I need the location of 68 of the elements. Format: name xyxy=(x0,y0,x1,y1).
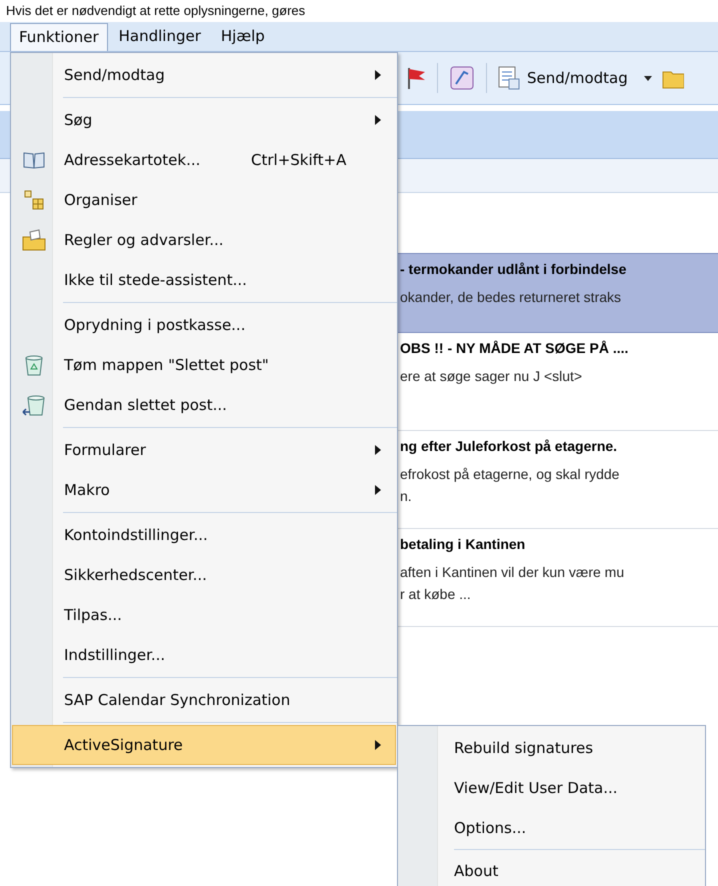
menu-item-label: ActiveSignature xyxy=(64,734,183,756)
message-preview: efrokost på etagerne, og skal rydde xyxy=(400,465,620,484)
menu-item-label: Gendan slettet post... xyxy=(64,394,227,416)
menu-item-label: Adressekartotek... xyxy=(64,150,200,171)
recycle-bin-icon xyxy=(24,354,44,376)
menu-bar-item[interactable]: Handlinger xyxy=(110,22,210,50)
send-receive-icon xyxy=(497,65,521,91)
menu-item[interactable]: Regler og advarsler... xyxy=(12,220,396,260)
menu-item-label: Søg xyxy=(64,110,92,131)
message-preview: n. xyxy=(400,487,413,506)
menu-item[interactable]: Adressekartotek... Ctrl+Skift+A xyxy=(12,140,396,180)
menu-item-label: Makro xyxy=(64,480,110,501)
submenu-arrow-icon xyxy=(375,485,381,495)
submenu-item[interactable]: Options... xyxy=(398,808,705,848)
menu-item-label: Tilpas... xyxy=(64,604,122,626)
submenu-arrow-icon xyxy=(375,445,381,455)
send-receive-button[interactable]: Send/modtag xyxy=(497,65,652,91)
message-subject: ng efter Juleforkost på etagerne. xyxy=(400,437,618,456)
menu-item[interactable]: ActiveSignature xyxy=(12,725,396,765)
message-subject: - termokander udlånt i forbindelse xyxy=(400,260,628,279)
message-subject: OBS !! - NY MÅDE AT SØGE PÅ .... xyxy=(400,339,630,358)
message-preview: aften i Kantinen vil der kun være mu xyxy=(400,563,626,582)
menu-item[interactable]: Send/modtag xyxy=(12,55,396,95)
menu-item[interactable]: Indstillinger... xyxy=(12,635,396,675)
caption-text: Hvis det er nødvendigt at rette oplysningerne, gøres xyxy=(6,2,306,20)
flag-icon[interactable] xyxy=(405,66,427,90)
menu-item-label: Ikke til stede-assistent... xyxy=(64,270,247,291)
submenu-item[interactable]: View/Edit User Data... xyxy=(398,768,705,808)
organizer-icon xyxy=(23,189,45,211)
submenu-arrow-icon xyxy=(375,740,381,750)
menu-item[interactable]: Organiser xyxy=(12,180,396,220)
menu-item-label: Tøm mappen "Slettet post" xyxy=(64,354,269,376)
message-row[interactable]: - termokander udlånt i forbindelse okander, de bedes returneret straks xyxy=(398,253,718,333)
menu-bar-item[interactable]: Funktioner xyxy=(10,22,108,50)
shortcut-text: Ctrl+Skift+A xyxy=(251,150,346,171)
menu-item[interactable]: Ikke til stede-assistent... xyxy=(12,260,396,300)
message-preview: ere at søge sager nu J <slut> xyxy=(400,367,584,386)
menu-bar-item[interactable]: Hjælp xyxy=(212,22,274,50)
submenu-item[interactable]: About xyxy=(398,851,705,886)
submenu-arrow-icon xyxy=(375,115,381,125)
menu-item-label: SAP Calendar Synchronization xyxy=(64,690,290,711)
menu-item-label: Organiser xyxy=(64,190,138,211)
book-icon xyxy=(23,151,45,169)
menu-item-label: Oprydning i postkasse... xyxy=(64,314,246,336)
menu-item[interactable]: Kontoindstillinger... xyxy=(12,515,396,555)
menu-item-label: Sikkerhedscenter... xyxy=(64,564,207,586)
submenu-arrow-icon xyxy=(375,70,381,80)
menu-item-label: Regler og advarsler... xyxy=(64,230,224,251)
menu-item-label: Send/modtag xyxy=(64,64,165,86)
menu-item-label: Kontoindstillinger... xyxy=(64,524,208,546)
menu-item[interactable]: Tilpas... xyxy=(12,595,396,635)
menu-item[interactable]: Tøm mappen "Slettet post" xyxy=(12,345,396,385)
menu-item-label: Indstillinger... xyxy=(64,644,166,666)
folder-envelope-icon xyxy=(22,229,46,251)
restore-bin-icon xyxy=(22,394,46,416)
menu-item[interactable]: Sikkerhedscenter... xyxy=(12,555,396,595)
message-preview: r at købe ... xyxy=(400,585,472,604)
menu-item[interactable]: Gendan slettet post... xyxy=(12,385,396,425)
message-subject: betaling i Kantinen xyxy=(400,535,526,554)
menu-item[interactable]: Formularer xyxy=(12,430,396,470)
menu-item-label: Formularer xyxy=(64,440,146,461)
menu-item[interactable]: Søg xyxy=(12,100,396,140)
submenu-item[interactable]: Rebuild signatures xyxy=(398,728,705,768)
menu-item[interactable]: Makro xyxy=(12,470,396,510)
menu-item[interactable]: SAP Calendar Synchronization xyxy=(12,680,396,720)
message-preview: okander, de bedes returneret straks xyxy=(400,288,622,307)
caret-icon xyxy=(644,76,652,80)
menu-item[interactable]: Oprydning i postkasse... xyxy=(12,305,396,345)
